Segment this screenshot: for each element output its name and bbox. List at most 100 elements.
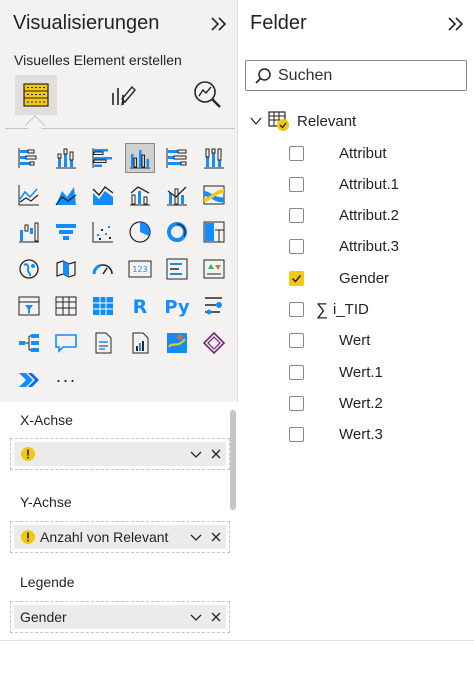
gauge-icon [92, 264, 113, 275]
field-item[interactable]: Attribut.2 [289, 205, 469, 227]
analytics-tab[interactable] [186, 75, 228, 115]
multi-row-card-tile[interactable] [162, 254, 192, 284]
field-item[interactable]: Wert [289, 330, 469, 352]
y-axis-remove-button[interactable] [206, 527, 226, 547]
y-axis-expand-button[interactable] [186, 527, 206, 547]
scatter-chart-tile[interactable] [88, 217, 118, 247]
python-visual-tile[interactable]: Py [162, 291, 192, 321]
r-visual-tile[interactable]: R [125, 291, 155, 321]
matrix-tile[interactable] [88, 291, 118, 321]
field-checkbox[interactable] [289, 333, 304, 349]
search-input[interactable] [278, 66, 458, 85]
field-checkbox[interactable] [289, 239, 304, 255]
wells-scrollbar[interactable] [230, 410, 236, 510]
legend-well[interactable]: Gender [10, 601, 230, 633]
x-axis-well[interactable] [10, 438, 230, 470]
kpi-tile[interactable] [199, 254, 229, 284]
azure-map-tile[interactable] [162, 328, 192, 358]
field-item[interactable]: Wert.2 [289, 392, 469, 414]
table-node-relevant[interactable]: Relevant [249, 110, 356, 132]
filled-map-icon [56, 260, 76, 278]
key-influencers-tile[interactable] [199, 291, 229, 321]
field-checkbox[interactable] [289, 427, 304, 443]
field-checkbox[interactable] [289, 176, 304, 192]
slicer-tile[interactable] [14, 291, 44, 321]
python-visual-icon: Py [164, 297, 190, 318]
build-visual-tab[interactable] [15, 75, 57, 115]
decomposition-tree-tile[interactable] [14, 328, 44, 358]
stacked-column-chart-tile[interactable] [51, 143, 81, 173]
100-stacked-column-chart-tile[interactable] [199, 143, 229, 173]
donut-chart-icon [167, 222, 187, 242]
y-axis-well[interactable]: Anzahl von Relevant [10, 521, 230, 553]
power-apps-icon [202, 331, 226, 355]
map-tile[interactable] [14, 254, 44, 284]
area-chart-icon [55, 187, 77, 206]
field-name: Attribut.2 [339, 207, 400, 225]
treemap-tile[interactable] [199, 217, 229, 247]
fields-search[interactable] [245, 60, 467, 91]
more-visuals-tile[interactable]: ··· [51, 365, 81, 395]
chevron-down-icon[interactable] [249, 114, 263, 128]
collapse-fields-button[interactable] [444, 13, 468, 35]
smart-narrative-tile[interactable] [88, 328, 118, 358]
format-visual-tab[interactable] [102, 75, 144, 115]
x-axis-field[interactable] [14, 442, 226, 466]
donut-chart-tile[interactable] [162, 217, 192, 247]
x-axis-expand-button[interactable] [186, 444, 206, 464]
slicer-icon [18, 296, 40, 316]
legend-expand-button[interactable] [186, 607, 206, 627]
field-checkbox[interactable] [289, 270, 304, 286]
clustered-column-chart-tile[interactable] [125, 143, 155, 173]
gauge-tile[interactable] [88, 254, 118, 284]
power-automate-tile[interactable] [14, 365, 44, 395]
field-item[interactable]: Attribut.3 [289, 236, 469, 258]
paginated-report-tile[interactable] [125, 328, 155, 358]
field-item[interactable]: Attribut [289, 142, 469, 164]
y-axis-label: Y-Achse [20, 494, 72, 510]
funnel-chart-tile[interactable] [51, 217, 81, 247]
qa-tile[interactable] [51, 328, 81, 358]
field-name: Wert.2 [339, 394, 383, 412]
table-icon [268, 111, 289, 131]
100-stacked-bar-chart-tile[interactable] [162, 143, 192, 173]
treemap-icon [203, 221, 225, 243]
field-item[interactable]: Gender [289, 267, 469, 289]
stacked-area-chart-tile[interactable] [88, 180, 118, 210]
power-apps-tile[interactable] [199, 328, 229, 358]
filled-map-tile[interactable] [51, 254, 81, 284]
status-bar [0, 640, 474, 673]
legend-remove-button[interactable] [206, 607, 226, 627]
field-checkbox[interactable] [289, 364, 304, 380]
field-checkbox[interactable] [289, 395, 304, 411]
stacked-bar-chart-tile[interactable] [14, 143, 44, 173]
x-axis-remove-button[interactable] [206, 444, 226, 464]
field-item[interactable]: ∑ i_TID [289, 299, 469, 321]
y-axis-field[interactable]: Anzahl von Relevant [14, 525, 226, 549]
field-checkbox[interactable] [289, 208, 304, 224]
field-checkbox[interactable] [289, 145, 304, 161]
ribbon-chart-tile[interactable] [199, 180, 229, 210]
fields-title: Felder [250, 12, 307, 34]
collapse-visualizations-button[interactable] [207, 13, 231, 35]
field-item[interactable]: Attribut.1 [289, 173, 469, 195]
stacked-area-chart-icon [92, 186, 114, 205]
line-chart-tile[interactable] [14, 180, 44, 210]
line-stacked-column-tile[interactable] [162, 180, 192, 210]
fields-pane: Felder Relevant Attribut Attribut.1 Attrib… [239, 0, 474, 640]
area-chart-tile[interactable] [51, 180, 81, 210]
line-clustered-column-tile[interactable] [125, 180, 155, 210]
analytics-icon [194, 81, 221, 108]
qa-icon [55, 334, 77, 353]
pie-chart-icon [129, 221, 151, 243]
field-checkbox[interactable] [289, 302, 304, 317]
waterfall-chart-tile[interactable] [14, 217, 44, 247]
card-tile[interactable]: 123 [125, 254, 155, 284]
legend-field[interactable]: Gender [14, 605, 226, 629]
field-item[interactable]: Wert.3 [289, 424, 469, 446]
clustered-bar-chart-tile[interactable] [88, 143, 118, 173]
table-tile[interactable] [51, 291, 81, 321]
field-item[interactable]: Wert.1 [289, 361, 469, 383]
scatter-chart-icon [92, 222, 113, 243]
pie-chart-tile[interactable] [125, 217, 155, 247]
